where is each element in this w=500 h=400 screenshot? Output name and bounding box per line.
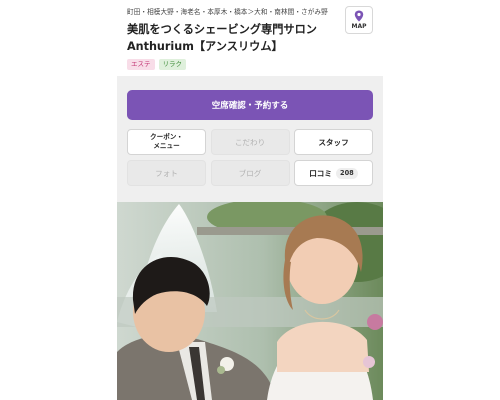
salon-header: 町田・相模大野・海老名・本厚木・橋本＞大和・南林間・さがみ野 美肌をつくるシェー…	[117, 0, 383, 76]
tab-blog: ブログ	[210, 160, 290, 186]
tab-staff[interactable]: スタッフ	[294, 129, 373, 155]
tab-kodawari-label: こだわり	[234, 137, 266, 147]
tag-relax[interactable]: リラク	[158, 59, 186, 70]
tab-staff-label: スタッフ	[318, 137, 349, 147]
area-list: 町田・相模大野・海老名・本厚木・橋本＞大和・南林間・さがみ野	[127, 8, 328, 16]
wedding-photo-image	[117, 202, 383, 400]
tab-coupon-menu[interactable]: クーポン・ メニュー	[127, 129, 206, 155]
reserve-button[interactable]: 空席確認・予約する	[127, 90, 373, 120]
salon-photo[interactable]	[117, 202, 383, 400]
salon-detail-screen: 町田・相模大野・海老名・本厚木・橋本＞大和・南林間・さがみ野 美肌をつくるシェー…	[117, 0, 383, 400]
map-pin-icon	[354, 10, 364, 22]
tab-photo: フォト	[127, 160, 206, 186]
tab-reviews-label: 口コミ	[309, 168, 332, 178]
tab-coupon-menu-label: クーポン・ メニュー	[150, 133, 183, 150]
map-button[interactable]: MAP	[345, 6, 373, 34]
menu-grid: クーポン・ メニュー こだわり スタッフ フォト ブログ 口コミ 208	[127, 129, 373, 186]
action-panel: 空席確認・予約する クーポン・ メニュー こだわり スタッフ フォト ブログ 口…	[117, 76, 383, 202]
tab-kodawari: こだわり	[210, 129, 290, 155]
tab-blog-label: ブログ	[238, 168, 262, 178]
tab-photo-label: フォト	[155, 168, 178, 178]
map-label: MAP	[351, 23, 367, 30]
tab-reviews[interactable]: 口コミ 208	[294, 160, 373, 186]
page: 町田・相模大野・海老名・本厚木・橋本＞大和・南林間・さがみ野 美肌をつくるシェー…	[0, 0, 500, 400]
tag-esthe[interactable]: エステ	[127, 59, 155, 70]
category-tags: エステ リラク	[127, 59, 373, 70]
review-count-badge: 208	[336, 167, 358, 179]
salon-title: 美肌をつくるシェービング専門サロン Anthurium【アンスリウム】	[127, 23, 329, 53]
